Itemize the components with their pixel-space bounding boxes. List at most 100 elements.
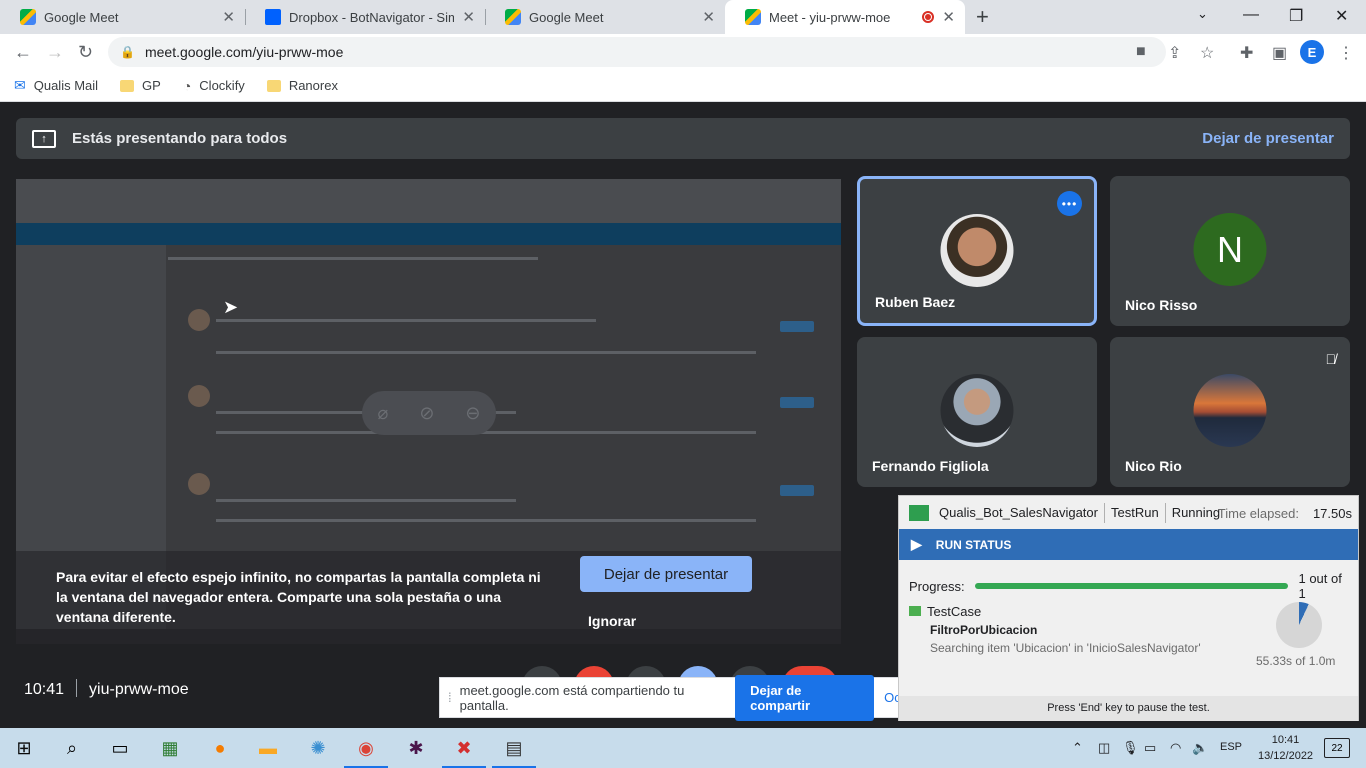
avatar (940, 374, 1014, 447)
avatar (940, 214, 1014, 287)
stop-presenting-link[interactable]: Dejar de presentar (1202, 130, 1334, 147)
shared-nav-bar (16, 223, 841, 245)
close-window-button[interactable]: ✕ (1335, 6, 1348, 26)
battery-icon[interactable]: ▭ (1144, 740, 1156, 756)
bookmark-qualis-mail[interactable]: ✉ Qualis Mail (14, 77, 98, 94)
mic-off-icon: ⌀ (377, 402, 389, 423)
tray-app-icon[interactable]: ◫ (1098, 740, 1110, 756)
close-tab-icon[interactable]: ✕ (462, 8, 475, 26)
lock-icon: 🔒 (120, 45, 135, 59)
mirror-warning: Para evitar el efecto espejo infinito, n… (16, 551, 841, 644)
tab-meet-active[interactable]: Meet - yiu-prww-moe ✕ (725, 0, 965, 34)
participant-tile-nico-risso[interactable]: N Nico Risso (1110, 176, 1350, 326)
close-tab-icon[interactable]: ✕ (942, 8, 955, 26)
ranorex-icon[interactable]: ✖ (442, 736, 486, 768)
windows-start-icon[interactable]: ⊞ (12, 736, 36, 760)
tab-title: Meet - yiu-prww-moe (769, 9, 891, 25)
camera-icon[interactable]: ■ (1136, 43, 1146, 61)
stop-presenting-button[interactable]: Dejar de presentar (580, 556, 752, 592)
search-icon[interactable]: ⌕ (60, 736, 84, 760)
extensions-icon[interactable]: ✚ (1240, 43, 1253, 63)
meeting-info: 10:41 yiu-prww-moe (24, 679, 189, 699)
sharing-text: meet.google.com está compartiendo tu pan… (459, 682, 685, 713)
run-status-header[interactable]: ▶ RUN STATUS (899, 529, 1358, 560)
testcase-step: Searching item 'Ubicacion' in 'InicioSal… (930, 641, 1201, 655)
time-pie-chart (1276, 602, 1322, 648)
file-explorer-icon[interactable]: ▬ (256, 736, 280, 760)
shared-avatar (188, 385, 210, 407)
avatar (1193, 374, 1267, 447)
participant-name: Fernando Figliola (872, 458, 989, 474)
share-icon[interactable]: ⇪ (1168, 43, 1181, 63)
taskbar-clock[interactable]: 10:41 13/12/2022 (1258, 732, 1313, 764)
progress-label: Progress: (909, 578, 965, 594)
bookmarks-bar: ✉ Qualis Mail GP ◔ Clockify Ranorex (0, 70, 1366, 102)
side-panel-icon[interactable]: ▣ (1272, 43, 1287, 63)
notification-center-button[interactable]: 22 (1324, 738, 1350, 758)
testcase-name: FiltroPorUbicacion (930, 623, 1038, 637)
shared-browser-chrome (16, 179, 841, 223)
folder-icon (120, 79, 135, 92)
runner-footer: Press 'End' key to pause the test. (899, 696, 1358, 721)
more-options-icon[interactable]: ••• (1057, 191, 1082, 216)
tab-title: Dropbox - BotNavigator - Simplif (289, 9, 455, 25)
bot-name: Qualis_Bot_SalesNavigator (939, 505, 1098, 520)
testcase-label: TestCase (927, 604, 982, 619)
menu-icon[interactable]: ⋮ (1338, 43, 1354, 63)
testcase-block: TestCase FiltroPorUbicacion Searching it… (909, 604, 1201, 655)
tab-search-icon[interactable]: ⌄ (1197, 6, 1208, 22)
language-indicator[interactable]: ESP (1220, 741, 1242, 753)
tab-google-meet-2[interactable]: Google Meet ✕ (485, 0, 725, 34)
clockify-icon: ◔ (182, 77, 192, 94)
chrome-icon[interactable]: ◉ (344, 736, 388, 768)
volume-icon[interactable]: 🔈 (1192, 740, 1208, 756)
close-tab-icon[interactable]: ✕ (702, 8, 715, 26)
screen-share-preview: ⌀ ⊘ ⊖ ➤ Para evitar el efecto espejo inf… (16, 179, 841, 644)
back-icon[interactable]: ← (14, 42, 32, 63)
minimize-button[interactable]: — (1243, 6, 1259, 24)
presenting-banner: ↑ Estás presentando para todos Dejar de … (16, 118, 1350, 159)
task-view-icon[interactable]: ▭ (108, 736, 132, 760)
terminal-icon[interactable]: ▤ (492, 736, 536, 768)
tab-google-meet-1[interactable]: Google Meet ✕ (0, 0, 245, 34)
microphone-icon[interactable]: 🎙 (1122, 740, 1139, 756)
bookmark-star-icon[interactable]: ☆ (1200, 43, 1214, 63)
elapsed-label: Time elapsed: (1217, 506, 1299, 521)
restore-button[interactable]: ❐ (1289, 6, 1303, 26)
address-bar[interactable]: 🔒 meet.google.com/yiu-prww-moe (108, 37, 1166, 67)
shared-avatar (188, 473, 210, 495)
participant-tile-fernando[interactable]: Fernando Figliola (857, 337, 1097, 487)
close-tab-icon[interactable]: ✕ (222, 8, 235, 26)
avatar: N (1193, 213, 1267, 286)
meet-icon (745, 9, 761, 25)
tab-title: Google Meet (529, 9, 604, 25)
participant-tile-ruben[interactable]: ••• Ruben Baez (857, 176, 1097, 326)
browser-toolbar: ← → ↻ 🔒 meet.google.com/yiu-prww-moe ■ ⇪… (0, 34, 1366, 70)
bookmark-ranorex[interactable]: Ranorex (266, 78, 338, 93)
postman-icon[interactable]: ● (208, 736, 232, 760)
profile-avatar[interactable]: E (1300, 40, 1324, 64)
reload-icon[interactable]: ↻ (78, 42, 93, 63)
new-tab-button[interactable]: + (976, 4, 989, 30)
recording-icon (922, 11, 935, 23)
bookmark-gp[interactable]: GP (120, 78, 161, 93)
stop-sharing-button[interactable]: Dejar de compartir (735, 674, 875, 721)
participant-tile-nico-rio[interactable]: 🎙̸ Nico Rio (1110, 337, 1350, 487)
dropbox-icon (265, 9, 281, 25)
slack-icon[interactable]: ✱ (404, 736, 428, 760)
elapsed-value: 17.50s (1312, 506, 1352, 521)
clock-time: 10:41 (1271, 734, 1300, 746)
network-app-icon[interactable]: ✺ (306, 736, 330, 760)
bookmark-clockify[interactable]: ◔ Clockify (183, 78, 245, 94)
drag-handle-icon[interactable]: ⁞ (448, 690, 452, 705)
tray-chevron-icon[interactable]: ⌃ (1072, 740, 1083, 756)
progress-row: Progress: 1 out of 1 (909, 571, 1351, 601)
testcase-icon (909, 606, 921, 616)
ignore-button[interactable]: Ignorar (588, 613, 636, 629)
tab-dropbox[interactable]: Dropbox - BotNavigator - Simplif ✕ (245, 0, 485, 34)
forward-icon[interactable]: → (46, 42, 64, 63)
meeting-code: yiu-prww-moe (89, 681, 189, 698)
spreadsheet-app-icon[interactable]: ▦ (158, 736, 182, 760)
wifi-icon[interactable]: ◠ (1170, 740, 1181, 756)
presenting-text: Estás presentando para todos (72, 130, 288, 147)
